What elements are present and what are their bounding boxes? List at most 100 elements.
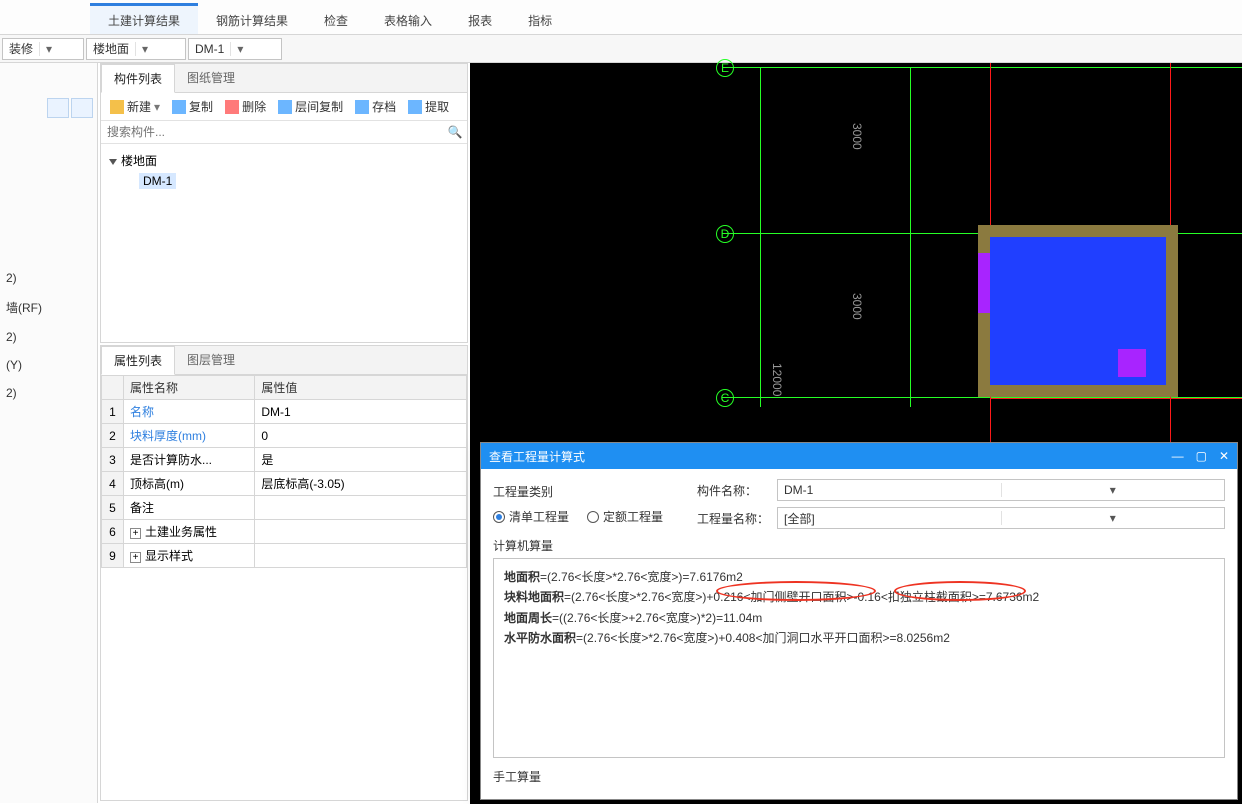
delete-icon: [225, 100, 239, 114]
prop-row[interactable]: 2块料厚度(mm)0: [102, 424, 467, 448]
delete-button[interactable]: 删除: [220, 96, 271, 117]
radio-norm-qty[interactable]: 定额工程量: [587, 508, 663, 525]
selector-row: 装修▾ 楼地面▾ DM-1▾: [0, 35, 1242, 63]
grid-line: [910, 67, 911, 407]
col-name: 属性名称: [124, 376, 255, 400]
save-icon: [355, 100, 369, 114]
axis-bubble-e: E: [716, 59, 734, 77]
combo-type-value: 楼地面: [87, 40, 135, 57]
annotation-ellipse: [716, 581, 876, 601]
ribbon-tab-table[interactable]: 表格输入: [366, 6, 450, 34]
tree-root[interactable]: 楼地面: [109, 150, 459, 171]
calc-line: 地面周长=((2.76<长度>+2.76<宽度>)*2)=11.04m: [504, 608, 1214, 628]
view-grid-icon[interactable]: [71, 98, 93, 118]
minimize-icon[interactable]: —: [1172, 449, 1184, 463]
annotation-ellipse: [894, 581, 1026, 601]
copy-icon: [172, 100, 186, 114]
project-label: 工程量名称：: [697, 510, 777, 527]
prop-row[interactable]: 5备注: [102, 496, 467, 520]
layers-icon: [278, 100, 292, 114]
archive-button[interactable]: 存档: [350, 96, 401, 117]
floor-copy-button[interactable]: 层间复制: [273, 96, 348, 117]
view-list-icon[interactable]: [47, 98, 69, 118]
prop-row[interactable]: 9+显示样式: [102, 544, 467, 568]
dialog-title: 查看工程量计算式: [489, 448, 585, 465]
calc-result-box[interactable]: 地面积=(2.76<长度>*2.76<宽度>)=7.6176m2 块料地面积=(…: [493, 558, 1225, 758]
wall-bottom: [978, 385, 1178, 397]
radio-list-qty[interactable]: 清单工程量: [493, 508, 569, 525]
nav-item[interactable]: 2): [2, 257, 95, 285]
axis-bubble-c: C: [716, 389, 734, 407]
component-toolbar: 新建▾ 复制 删除 层间复制 存档 提取: [101, 93, 467, 121]
nav-item[interactable]: (Y): [2, 344, 95, 372]
prop-row[interactable]: 6+土建业务属性: [102, 520, 467, 544]
component-name-combo[interactable]: DM-1▾: [777, 479, 1225, 501]
col-num: [102, 376, 124, 400]
nav-item[interactable]: 2): [2, 372, 95, 400]
calc-line: 水平防水面积=(2.76<长度>*2.76<宽度>)+0.408<加门洞口水平开…: [504, 628, 1214, 648]
extract-button[interactable]: 提取: [403, 96, 454, 117]
combo-category-value: 装修: [3, 40, 39, 57]
tab-component-list[interactable]: 构件列表: [101, 64, 175, 93]
chevron-down-icon: ▾: [1001, 483, 1225, 497]
maximize-icon[interactable]: ▢: [1196, 449, 1207, 463]
expand-icon[interactable]: +: [130, 528, 141, 539]
ribbon-tab-check[interactable]: 检查: [306, 6, 366, 34]
prop-row[interactable]: 1名称DM-1: [102, 400, 467, 424]
name-label: 构件名称：: [697, 482, 777, 499]
component-tree: 楼地面 DM-1: [101, 144, 467, 342]
ribbon-tab-civil[interactable]: 土建计算结果: [90, 3, 198, 34]
triangle-down-icon: [109, 159, 117, 165]
wall-top: [978, 225, 1178, 237]
axis-bubble-d: D: [716, 225, 734, 243]
calc-formula-dialog: 查看工程量计算式 — ▢ ✕ 工程量类别 清单工程量 定额工程量 构件名称：: [480, 442, 1238, 800]
dimension-text: 12000: [770, 363, 784, 396]
nav-item[interactable]: 2): [2, 316, 95, 344]
combo-component-value: DM-1: [189, 42, 230, 56]
prop-row[interactable]: 3是否计算防水...是: [102, 448, 467, 472]
grid-line: [760, 67, 761, 407]
close-icon[interactable]: ✕: [1219, 449, 1229, 463]
chevron-down-icon: ▾: [230, 42, 246, 56]
col-value: 属性值: [255, 376, 467, 400]
tree-item-dm1[interactable]: DM-1: [133, 171, 459, 191]
dimension-text: 3000: [850, 293, 864, 320]
nav-item[interactable]: 墙(RF): [2, 285, 95, 316]
prop-row[interactable]: 4顶标高(m)层底标高(-3.05): [102, 472, 467, 496]
dimension-text: 3000: [850, 123, 864, 150]
chevron-down-icon: ▾: [154, 100, 160, 114]
new-button[interactable]: 新建▾: [105, 96, 165, 117]
expand-icon[interactable]: +: [130, 552, 141, 563]
ribbon-tab-report[interactable]: 报表: [450, 6, 510, 34]
dialog-titlebar[interactable]: 查看工程量计算式 — ▢ ✕: [481, 443, 1237, 469]
computer-calc-label: 计算机算量: [493, 537, 1225, 554]
ribbon-tab-rebar[interactable]: 钢筋计算结果: [198, 6, 306, 34]
new-icon: [110, 100, 124, 114]
chevron-down-icon: ▾: [1001, 511, 1225, 525]
manual-calc-label: 手工算量: [493, 768, 1225, 785]
search-icon[interactable]: 🔍: [443, 121, 467, 143]
ribbon-tabs: 土建计算结果 钢筋计算结果 检查 表格输入 报表 指标: [0, 0, 1242, 35]
copy-button[interactable]: 复制: [167, 96, 218, 117]
column: [1118, 349, 1146, 377]
project-name-combo[interactable]: [全部]▾: [777, 507, 1225, 529]
door-opening: [978, 253, 990, 313]
combo-type[interactable]: 楼地面▾: [86, 38, 186, 60]
property-grid: 属性名称 属性值 1名称DM-1 2块料厚度(mm)0 3是否计算防水...是 …: [101, 375, 467, 568]
grid-line-red: [990, 398, 1242, 399]
combo-component[interactable]: DM-1▾: [188, 38, 282, 60]
tab-drawing-mgmt[interactable]: 图纸管理: [175, 64, 247, 92]
component-search-input[interactable]: [101, 121, 443, 143]
category-label: 工程量类别: [493, 483, 683, 500]
extract-icon: [408, 100, 422, 114]
left-navigator: 2) 墙(RF) 2) (Y) 2): [0, 63, 98, 803]
middle-column: ✕ 构件列表 图纸管理 新建▾ 复制 删除 层间复制 存档 提取 🔍 楼地面 D…: [100, 63, 468, 803]
tab-property-list[interactable]: 属性列表: [101, 346, 175, 375]
component-panel: ✕ 构件列表 图纸管理 新建▾ 复制 删除 层间复制 存档 提取 🔍 楼地面 D…: [100, 63, 468, 343]
grid-line: [722, 67, 1242, 68]
tab-layer-mgmt[interactable]: 图层管理: [175, 346, 247, 374]
ribbon-tab-index[interactable]: 指标: [510, 6, 570, 34]
chevron-down-icon: ▾: [135, 42, 151, 56]
combo-category[interactable]: 装修▾: [2, 38, 84, 60]
property-panel: ✕ 属性列表 图层管理 属性名称 属性值 1名称DM-1 2块料厚度(mm)0 …: [100, 345, 468, 801]
